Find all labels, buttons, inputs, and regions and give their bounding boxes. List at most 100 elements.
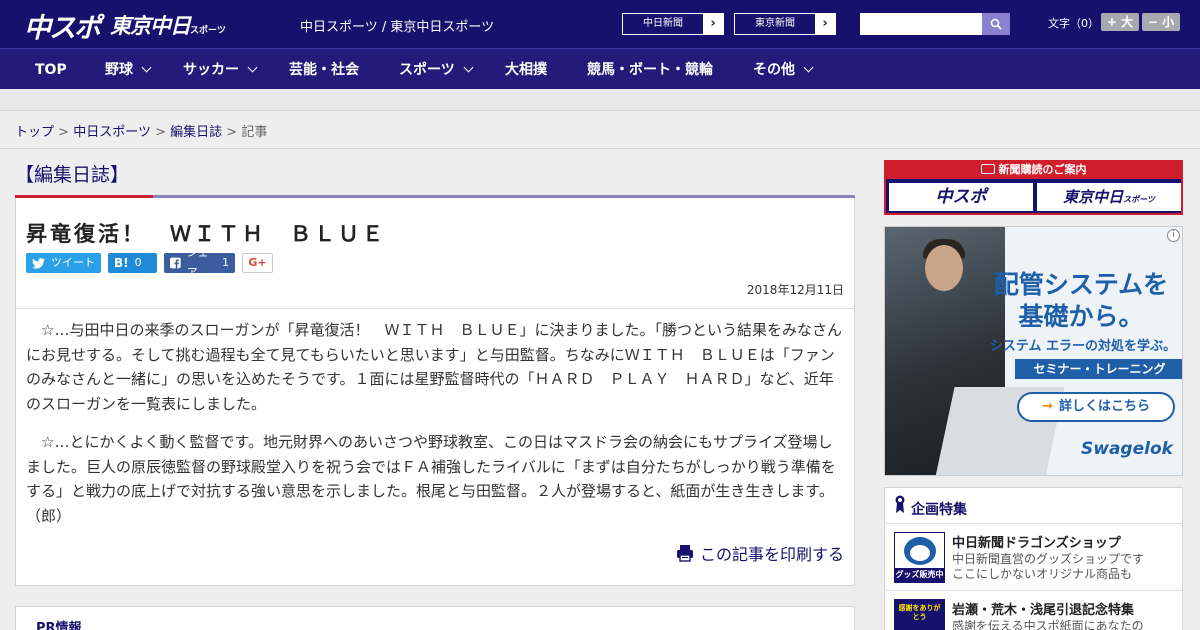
chevron-right-icon: › [703, 14, 723, 34]
nav-item-sumo[interactable]: 大相撲 [505, 49, 547, 90]
nav-item-sports[interactable]: スポーツ [399, 49, 474, 90]
subscription-tokyo-chunichi-label: 東京中日 [1063, 188, 1124, 206]
facebook-count: 1 [222, 256, 229, 269]
ribbon-icon [895, 495, 905, 513]
tokyo-chunichi-logo-text: 東京中日 [110, 14, 191, 38]
nav-label: 野球 [105, 61, 133, 78]
print-icon [676, 545, 693, 562]
ad-info-icon[interactable]: i [1167, 229, 1180, 242]
font-smaller-button[interactable]: − 小 [1142, 13, 1180, 31]
print-label: この記事を印刷する [699, 545, 844, 564]
feature-item-desc: 感謝を伝える中スポ紙面にあなたの [952, 619, 1177, 630]
breadcrumb-top[interactable]: トップ [15, 125, 54, 140]
font-bigger-button[interactable]: + 大 [1101, 13, 1139, 31]
nav-label: 大相撲 [505, 61, 547, 78]
chevron-right-icon: › [815, 14, 835, 34]
ad-cta-button[interactable]: → 詳しくはこちら [1017, 392, 1175, 422]
feature-title: 企画特集 [911, 502, 967, 518]
retirement-thumbnail: 感謝をありがとう [894, 599, 945, 630]
article-paragraph: ☆…とにかくよく動く監督です。地元財界へのあいさつや野球教室、この日はマスドラ会… [26, 433, 836, 525]
dragons-shop-thumbnail: グッズ販売中 [894, 532, 945, 583]
feature-item-desc: 中日新聞直営のグッズショップです ここにしかないオリジナル商品も [952, 552, 1177, 582]
subscription-header: 新聞購読のご案内 [886, 160, 1181, 179]
breadcrumb: トップ > 中日スポーツ > 編集日誌 > 記事 [15, 121, 267, 140]
search-input[interactable] [860, 13, 982, 35]
search-button[interactable] [982, 13, 1010, 35]
ad-strip: セミナー・トレーニング [1015, 359, 1182, 379]
nav-label: 芸能・社会 [289, 61, 359, 78]
feature-item-desc-line: 感謝を伝える中スポ紙面にあなたの [952, 619, 1144, 630]
subscription-chuspo[interactable]: 中スポ [889, 183, 1033, 211]
divider [16, 308, 854, 309]
print-article-link[interactable]: この記事を印刷する [676, 541, 844, 565]
tweet-button[interactable]: ツイート [26, 253, 101, 273]
main-nav: TOP 野球 サッカー 芸能・社会 スポーツ 大相撲 競馬・ボート・競輪 その他 [0, 48, 1200, 89]
ad-headline-line2: 基礎から。 [1018, 302, 1144, 331]
nav-label: 競馬・ボート・競輪 [587, 61, 713, 78]
thumb-label: グッズ販売中 [895, 568, 944, 582]
pr-section: PR情報 [15, 606, 855, 630]
ad-headline-line1: 配管システムを [993, 270, 1169, 299]
feature-item-dragons-shop[interactable]: グッズ販売中 中日新聞ドラゴンズショップ 中日新聞直営のグッズショップです ここ… [885, 525, 1182, 591]
ad-brand-logo: Swagelok [1081, 439, 1173, 459]
ad-cta-label: 詳しくはこちら [1058, 399, 1150, 414]
breadcrumb-current: 記事 [241, 125, 268, 140]
subscription-tokyo-chunichi[interactable]: 東京中日スポーツ [1037, 183, 1181, 211]
chevron-down-icon [141, 62, 152, 73]
nav-item-soccer[interactable]: サッカー [183, 49, 258, 90]
feature-item-retirement[interactable]: 感謝をありがとう 岩瀬・荒木・浅尾引退記念特集 感謝を伝える中スポ紙面にあなたの [885, 592, 1182, 630]
chevron-down-icon [247, 62, 258, 73]
chevron-down-icon [803, 62, 814, 73]
tokyo-chunichi-logo-small: スポーツ [190, 26, 226, 36]
sub-band [0, 89, 1200, 111]
breadcrumb-chunichi-sports[interactable]: 中日スポーツ [73, 125, 151, 140]
breadcrumb-separator: > [58, 125, 70, 140]
nav-label: その他 [753, 61, 795, 78]
pr-title: PR情報 [36, 621, 82, 630]
nav-label: TOP [35, 61, 67, 78]
chevron-down-icon [463, 62, 474, 73]
subscription-header-label: 新聞購読のご案内 [998, 163, 1087, 176]
article-date: 2018年12月11日 [746, 283, 844, 297]
hatena-button[interactable]: B! 0 [108, 253, 157, 273]
feature-item-desc-line: 中日新聞直営のグッズショップです [952, 552, 1145, 566]
ad-photo-face [925, 245, 963, 291]
feature-item-title: 岩瀬・荒木・浅尾引退記念特集 [952, 603, 1135, 618]
divider [0, 148, 1200, 149]
subscription-tokyo-chunichi-small: スポーツ [1123, 195, 1155, 204]
site-title[interactable]: 中日スポーツ / 東京中日スポーツ [300, 16, 494, 35]
chuspo-logo[interactable]: 中スポ [24, 6, 101, 45]
article-body: ☆…与田中日の来季のスローガンが「昇竜復活！ ＷＩＴＨ ＢＬＵＥ」に決まりました… [26, 318, 846, 542]
search-icon [990, 18, 1002, 30]
nav-item-baseball[interactable]: 野球 [105, 49, 152, 90]
ad-subheadline: システム エラーの対処を学ぶ。 [989, 339, 1177, 354]
subscription-banner[interactable]: 新聞購読のご案内 中スポ 東京中日スポーツ [884, 160, 1183, 215]
tokyo-chunichi-logo[interactable]: 東京中日スポーツ [110, 10, 226, 40]
chunichi-shimbun-label: 中日新聞 [643, 18, 683, 29]
tokyo-shimbun-label: 東京新聞 [755, 18, 795, 29]
facebook-label: シェア [186, 246, 209, 279]
nav-item-top[interactable]: TOP [35, 49, 67, 90]
thumb-label: 感謝をありがとう [898, 604, 941, 621]
nav-label: サッカー [183, 61, 239, 78]
nav-item-other[interactable]: その他 [753, 49, 814, 90]
feature-item-title: 中日新聞ドラゴンズショップ [952, 536, 1121, 551]
nav-label: スポーツ [399, 61, 455, 78]
nav-item-entertainment[interactable]: 芸能・社会 [289, 49, 359, 90]
facebook-icon [170, 257, 181, 269]
article-paragraph: ☆…与田中日の来季のスローガンが「昇竜復活！ ＷＩＴＨ ＢＬＵＥ」に決まりました… [26, 321, 842, 413]
facebook-share-button[interactable]: シェア 1 [164, 246, 235, 279]
tokyo-shimbun-link[interactable]: 東京新聞 › [734, 13, 836, 35]
breadcrumb-separator: > [155, 125, 166, 140]
chunichi-shimbun-link[interactable]: 中日新聞 › [622, 13, 724, 35]
twitter-icon [32, 257, 45, 269]
advertisement[interactable]: 配管システムを 基礎から。 システム エラーの対処を学ぶ。 セミナー・トレーニン… [884, 226, 1183, 476]
breadcrumb-editorial-diary[interactable]: 編集日誌 [170, 125, 222, 140]
feature-item-desc-line: ここにしかないオリジナル商品も [952, 567, 1133, 581]
section-heading: 【編集日誌】 [15, 164, 130, 186]
article: 昇竜復活！ ＷＩＴＨ ＢＬＵＥ ツイート B! 0 シェア 1 G+ 2018年… [15, 198, 855, 586]
feature-box: 企画特集 グッズ販売中 中日新聞ドラゴンズショップ 中日新聞直営のグッズショップ… [884, 487, 1183, 630]
site-header: 中スポ 東京中日スポーツ 中日スポーツ / 東京中日スポーツ 中日新聞 › 東京… [0, 0, 1200, 48]
nav-item-racing[interactable]: 競馬・ボート・競輪 [587, 49, 713, 90]
gplus-button[interactable]: G+ [242, 253, 273, 273]
